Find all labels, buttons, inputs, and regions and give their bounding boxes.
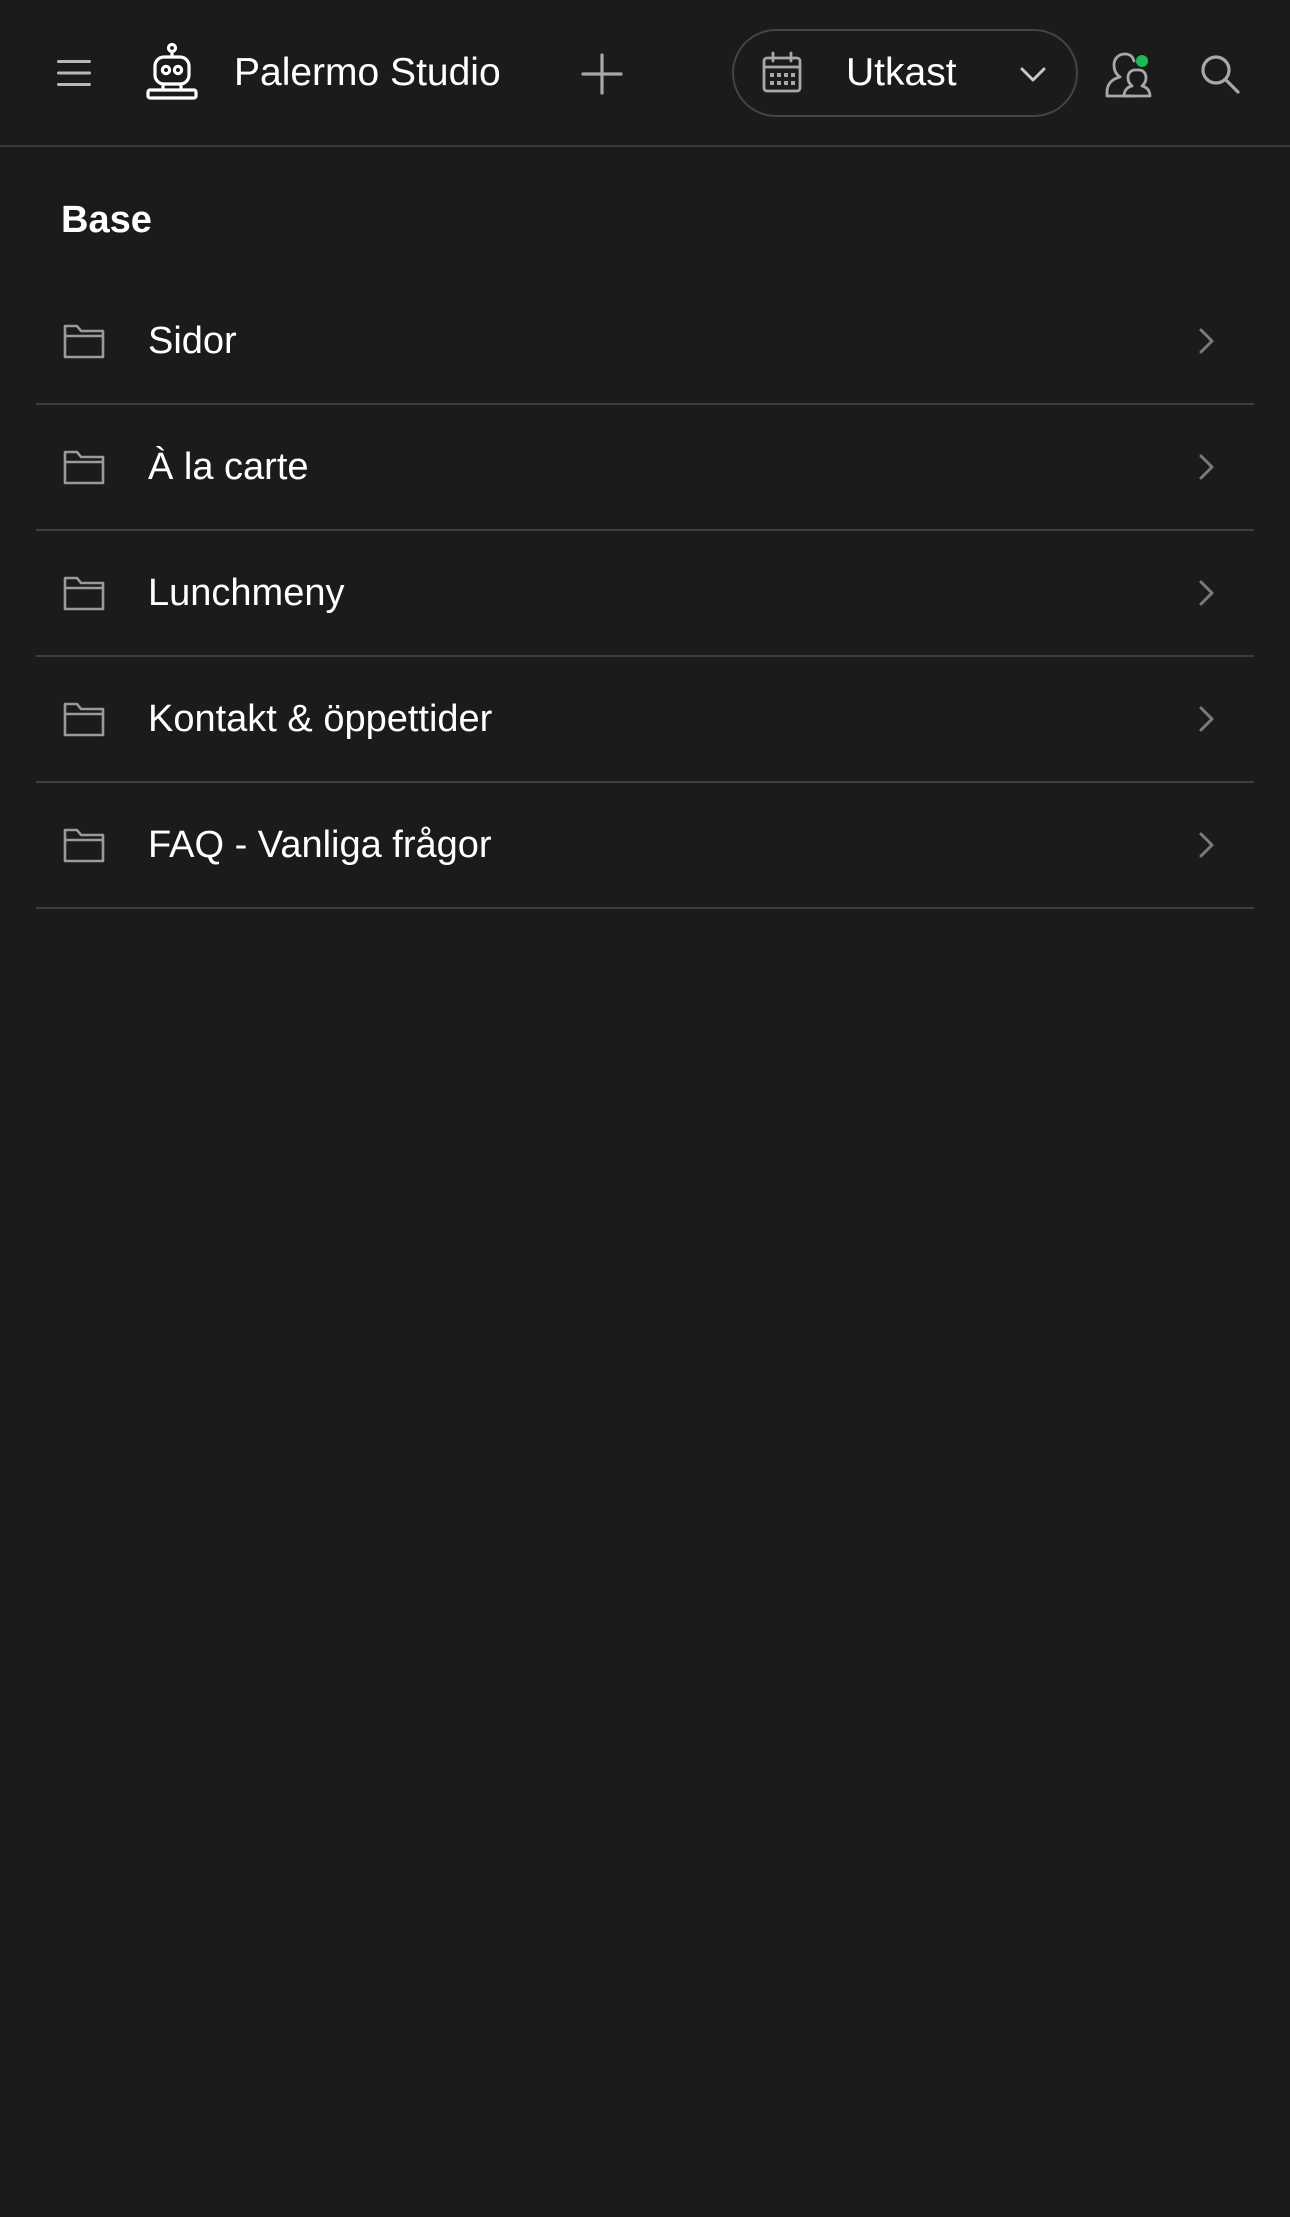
hamburger-icon[interactable] [46,45,102,101]
chevron-right-icon [1192,326,1220,356]
folder-item-faq[interactable]: FAQ - Vanliga frågor [36,783,1254,909]
folder-label: FAQ - Vanliga frågor [148,824,492,866]
folder-label: Sidor [148,320,237,362]
folder-label: Lunchmeny [148,572,345,614]
app-title[interactable]: Palermo Studio [234,44,501,102]
folder-icon [62,823,106,867]
folder-icon [62,319,106,363]
folder-item-kontakt[interactable]: Kontakt & öppettider [36,657,1254,783]
plus-icon[interactable] [572,44,632,104]
folder-icon [62,571,106,615]
folder-item-a-la-carte[interactable]: À la carte [36,405,1254,531]
chevron-right-icon [1192,830,1220,860]
presence-dot [1136,55,1148,67]
chevron-down-icon [1016,57,1050,91]
folder-label: À la carte [148,446,309,488]
status-label: Utkast [846,51,957,94]
folder-icon [62,697,106,741]
folder-list: Sidor À la carte Lunchmeny Kontakt & öpp… [36,279,1254,909]
section-title: Base [61,199,152,241]
calendar-icon [758,49,806,97]
chevron-right-icon [1192,452,1220,482]
chevron-right-icon [1192,704,1220,734]
top-bar: Palermo Studio Utkast [0,0,1290,147]
users-icon[interactable] [1100,44,1160,104]
search-icon[interactable] [1190,44,1250,104]
robot-icon [140,38,204,106]
folder-item-sidor[interactable]: Sidor [36,279,1254,405]
status-dropdown[interactable]: Utkast [732,29,1078,117]
folder-icon [62,445,106,489]
folder-item-lunchmeny[interactable]: Lunchmeny [36,531,1254,657]
chevron-right-icon [1192,578,1220,608]
folder-label: Kontakt & öppettider [148,698,493,740]
